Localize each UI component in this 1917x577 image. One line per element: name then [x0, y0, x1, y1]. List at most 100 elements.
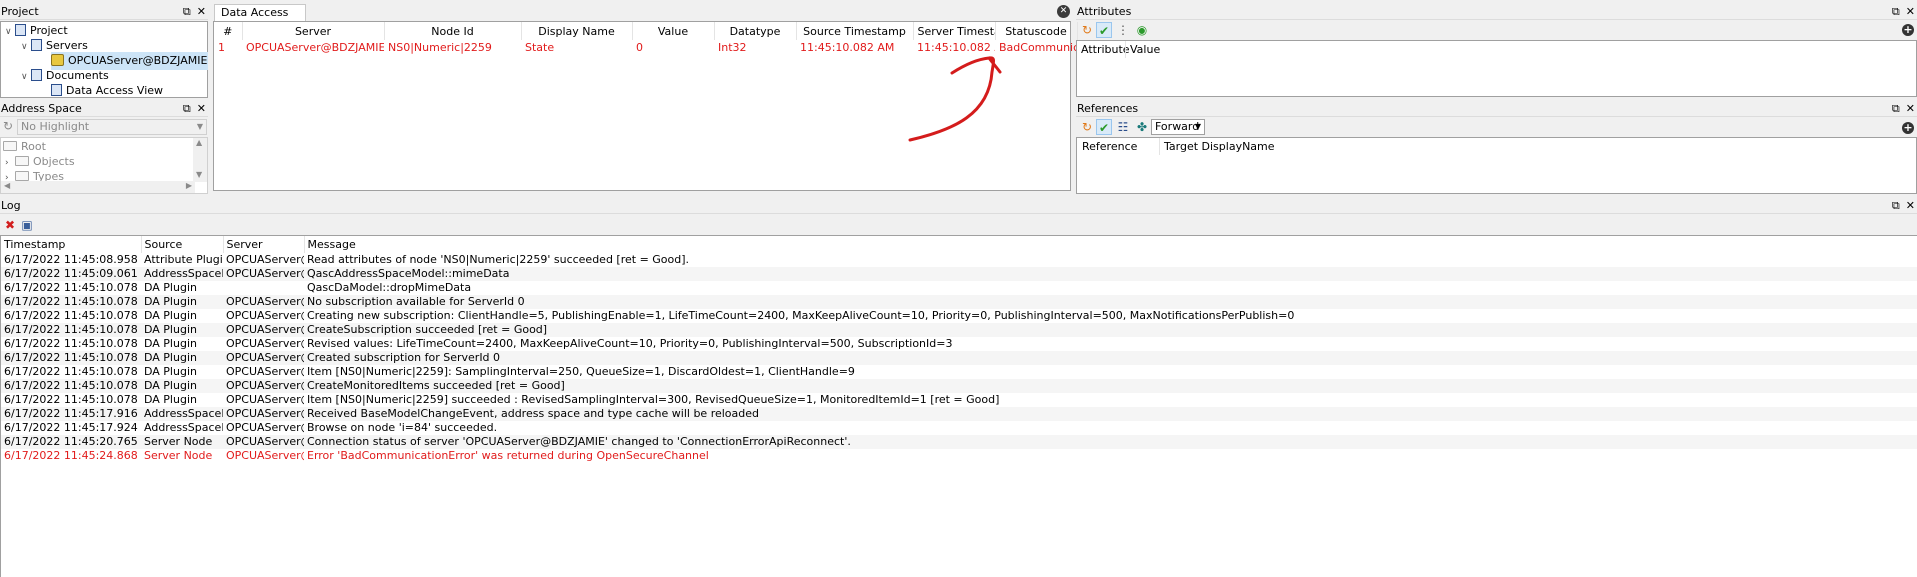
- table-cell: OPCUAServer@...: [226, 449, 304, 462]
- table-cell: OPCUAServer@...: [223, 435, 304, 449]
- close-icon[interactable]: ✕: [197, 101, 206, 117]
- documents-icon: [31, 69, 42, 81]
- table-cell: 6/17/2022 11:45:10.078 AM: [4, 337, 141, 350]
- table-row[interactable]: 6/17/2022 11:45:10.078 AMDA PluginOPCUAS…: [1, 379, 1917, 393]
- table-row[interactable]: 6/17/2022 11:45:10.078 AMDA PluginOPCUAS…: [1, 309, 1917, 323]
- table-cell: Read attributes of node 'NS0|Numeric|225…: [307, 253, 690, 266]
- column-header[interactable]: Target DisplayName: [1164, 140, 1275, 153]
- column-header[interactable]: Value: [632, 22, 715, 40]
- restore-icon[interactable]: ⧉: [1892, 4, 1900, 20]
- table-cell: NS0|Numeric|2259: [388, 41, 492, 54]
- table-row[interactable]: 6/17/2022 11:45:24.868 AMServer Node OPCU…: [1, 449, 1917, 463]
- target-icon[interactable]: ◉: [1134, 22, 1150, 38]
- tab-data-access-view[interactable]: Data Access View: [214, 4, 306, 35]
- restore-icon[interactable]: ⧉: [1892, 101, 1900, 117]
- table-cell: No subscription available for ServerId 0: [304, 295, 1917, 309]
- column-header[interactable]: Timestamp: [1, 236, 142, 253]
- tree-icon[interactable]: ⋮: [1115, 22, 1131, 38]
- table-row[interactable]: 6/17/2022 11:45:17.924 AMAddressSpaceM..…: [1, 421, 1917, 435]
- attributes-title: Attributes: [1077, 5, 1132, 18]
- column-header[interactable]: Attribute: [1081, 43, 1130, 56]
- add-icon[interactable]: +: [1902, 24, 1914, 36]
- column-header[interactable]: Node Id: [384, 22, 522, 40]
- scroll-left-icon[interactable]: ◀: [4, 181, 10, 190]
- close-icon[interactable]: ✕: [197, 4, 206, 20]
- direction-select[interactable]: Forward ▼: [1151, 119, 1205, 135]
- references-title-bar: References ⧉ ✕: [1076, 101, 1917, 117]
- chevron-down-icon: ▼: [1194, 122, 1201, 131]
- table-cell: QascDaModel::dropMimeData: [307, 281, 472, 294]
- save-icon[interactable]: ▣: [19, 217, 35, 233]
- table-cell: Server Node: [144, 449, 213, 462]
- scroll-down-icon[interactable]: ▼: [196, 170, 202, 179]
- horizontal-scrollbar[interactable]: ◀ ▶: [1, 181, 195, 193]
- table-row[interactable]: 6/17/2022 11:45:10.078 AMDA PluginOPCUAS…: [1, 365, 1917, 379]
- refresh-icon[interactable]: ↻: [3, 119, 13, 133]
- table-row[interactable]: 1 OPCUAServer@BDZJAMIE NS0|Numeric|2259 …: [214, 40, 1077, 55]
- close-icon[interactable]: ✕: [1906, 101, 1915, 117]
- chevron-down-icon[interactable]: ∨: [21, 68, 31, 86]
- table-cell: 6/17/2022 11:45:09.061 AM: [1, 267, 141, 281]
- table-cell: 6/17/2022 11:45:10.078 AM: [4, 365, 141, 378]
- column-header[interactable]: Message: [304, 236, 1917, 253]
- refresh-icon[interactable]: ↻: [1079, 22, 1095, 38]
- table-cell: QascAddressSpaceModel::mimeData: [304, 267, 1917, 281]
- table-row[interactable]: 6/17/2022 11:45:17.916 AMAddressSpaceM..…: [1, 407, 1917, 421]
- check-icon[interactable]: ✔: [1096, 119, 1112, 135]
- network-icon[interactable]: ✤: [1134, 119, 1150, 135]
- scroll-up-icon[interactable]: ▲: [196, 138, 202, 147]
- table-row[interactable]: 6/17/2022 11:45:10.078 AMDA PluginOPCUAS…: [1, 337, 1917, 351]
- table-row[interactable]: 6/17/2022 11:45:10.078 AMDA PluginOPCUAS…: [1, 323, 1917, 337]
- column-header[interactable]: Value: [1130, 43, 1160, 56]
- table-cell: 6/17/2022 11:45:20.765 AM: [1, 435, 141, 449]
- restore-icon[interactable]: ⧉: [183, 4, 191, 20]
- log-title: Log: [1, 199, 21, 212]
- refresh-icon[interactable]: ↻: [1079, 119, 1095, 135]
- column-header[interactable]: Server: [242, 22, 385, 40]
- table-row[interactable]: 6/17/2022 11:45:10.078 AMDA PluginOPCUAS…: [1, 351, 1917, 365]
- table-cell: Created subscription for ServerId 0: [304, 351, 1917, 365]
- chevron-down-icon[interactable]: ∨: [5, 23, 15, 41]
- close-icon[interactable]: ✕: [1906, 4, 1915, 20]
- chevron-down-icon[interactable]: ∨: [21, 38, 31, 56]
- column-header[interactable]: Statuscode: [995, 22, 1078, 40]
- column-header[interactable]: Source Timestamp: [796, 22, 914, 40]
- column-header[interactable]: Datatype: [714, 22, 797, 40]
- close-icon[interactable]: ✕: [1906, 198, 1915, 214]
- hierarchy-icon[interactable]: ☷: [1115, 119, 1131, 135]
- log-title-bar: Log ⧉ ✕: [0, 198, 1917, 214]
- vertical-scrollbar[interactable]: ▲ ▼: [193, 138, 207, 182]
- table-cell: 6/17/2022 11:45:10.078 AM: [1, 295, 141, 309]
- table-cell: DA Plugin: [144, 337, 197, 350]
- column-header[interactable]: Reference: [1082, 140, 1137, 153]
- add-icon[interactable]: +: [1902, 122, 1914, 134]
- table-cell: 11:45:10.082 AM: [800, 41, 895, 54]
- column-header[interactable]: Source: [141, 236, 224, 253]
- table-row[interactable]: 6/17/2022 11:45:10.078 AMDA PluginOPCUAS…: [1, 393, 1917, 407]
- table-row[interactable]: 6/17/2022 11:45:09.061 AMAddressSpaceM..…: [1, 267, 1917, 281]
- table-cell: 6/17/2022 11:45:10.078 AM: [1, 323, 141, 337]
- check-icon[interactable]: ✔: [1096, 22, 1112, 38]
- table-row[interactable]: 6/17/2022 11:45:20.765 AMServer NodeOPCU…: [1, 435, 1917, 449]
- table-cell: State: [525, 41, 555, 54]
- column-header[interactable]: Server: [223, 236, 305, 253]
- close-view-icon[interactable]: ✕: [1057, 5, 1070, 18]
- table-cell: Revised values: LifeTimeCount=2400, MaxK…: [307, 337, 953, 350]
- table-row[interactable]: 6/17/2022 11:45:10.078 AMDA Plugin QascDa…: [1, 281, 1917, 295]
- column-header[interactable]: Server Timestamp: [913, 22, 996, 40]
- highlight-select[interactable]: No Highlight ▼: [17, 119, 207, 135]
- scroll-right-icon[interactable]: ▶: [186, 181, 192, 190]
- table-cell: CreateSubscription succeeded [ret = Good…: [304, 323, 1917, 337]
- restore-icon[interactable]: ⧉: [183, 101, 191, 117]
- clear-log-icon[interactable]: ✖: [2, 217, 18, 233]
- table-row[interactable]: 6/17/2022 11:45:08.958 AMAttribute Plugi…: [1, 253, 1917, 267]
- column-header[interactable]: #: [214, 22, 243, 40]
- restore-icon[interactable]: ⧉: [1892, 198, 1900, 214]
- table-row[interactable]: 6/17/2022 11:45:10.078 AMDA PluginOPCUAS…: [1, 295, 1917, 309]
- column-divider: [1125, 41, 1126, 58]
- table-cell: 6/17/2022 11:45:08.958 AM: [4, 253, 141, 266]
- attributes-table: Attribute Value: [1076, 40, 1917, 97]
- table-cell: DA Plugin: [141, 379, 223, 393]
- tree-item-data-access-view[interactable]: Data Access View: [51, 82, 163, 100]
- column-header[interactable]: Display Name: [521, 22, 633, 40]
